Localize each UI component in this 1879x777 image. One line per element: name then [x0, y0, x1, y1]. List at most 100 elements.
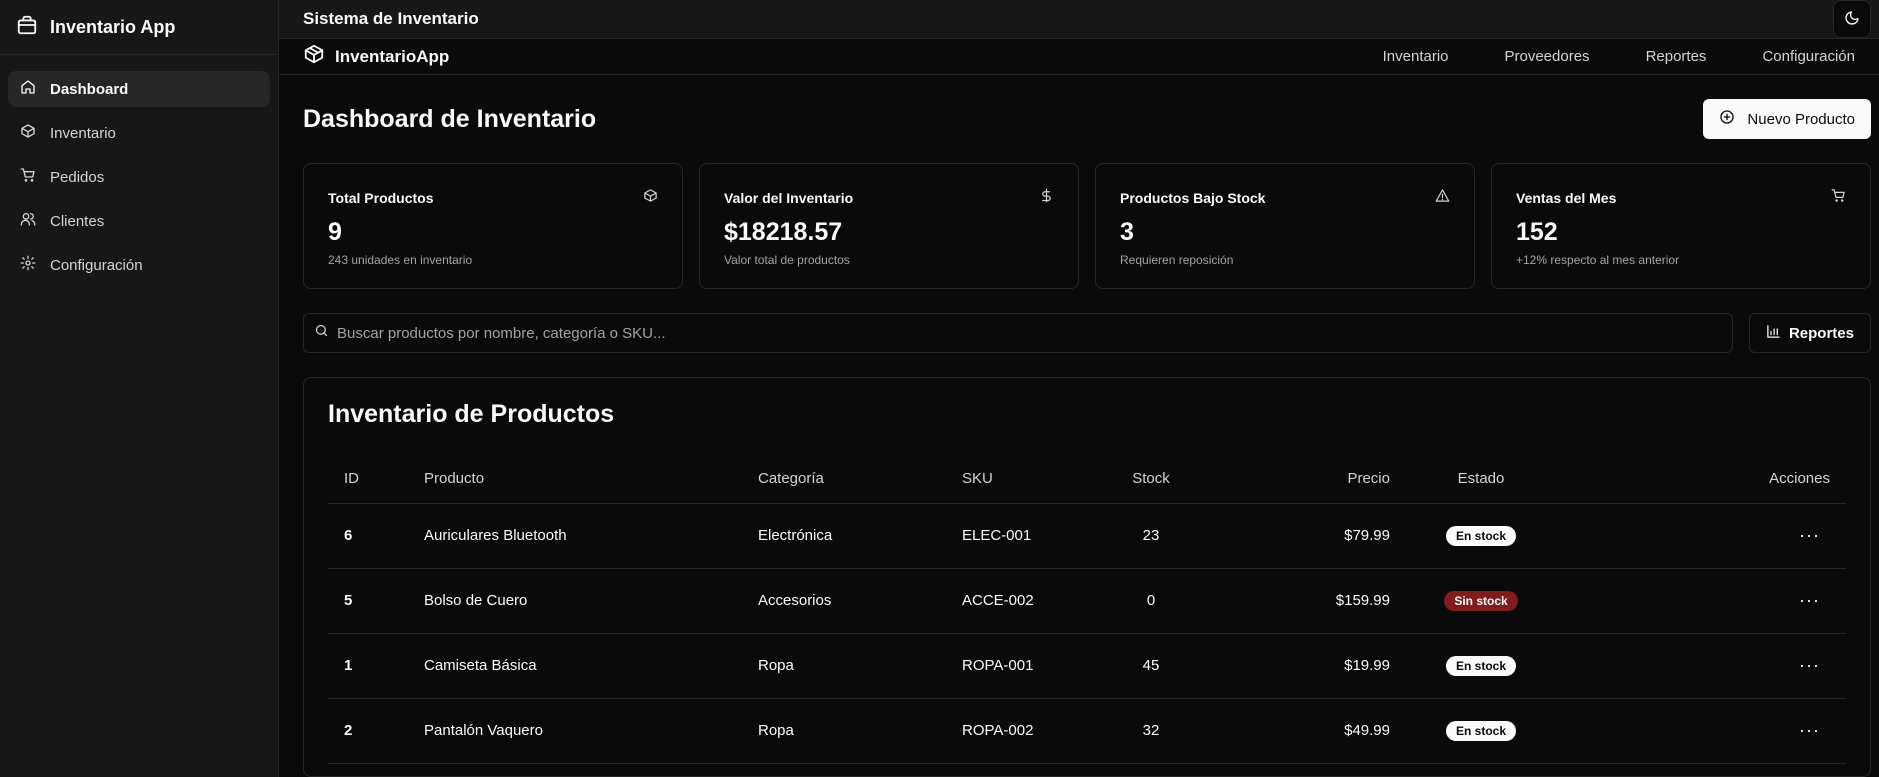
sidebar-item-label: Configuración [50, 256, 143, 274]
sidebar-item-pedidos[interactable]: Pedidos [8, 159, 270, 195]
table-row: 1 Camiseta Básica Ropa ROPA-001 45 $19.9… [328, 633, 1846, 699]
card-title: Ventas del Mes [1516, 190, 1617, 206]
header-actions: Acciones [1556, 455, 1846, 504]
cell-status: En stock [1406, 633, 1556, 699]
cell-status: En stock [1406, 698, 1556, 764]
cell-product: Camiseta Básica [408, 633, 742, 699]
card-value: $18218.57 [724, 218, 843, 246]
sidebar-item-clientes[interactable]: Clientes [8, 203, 270, 239]
cell-sku: ELEC-001 [946, 503, 1096, 569]
theme-toggle-button[interactable] [1833, 0, 1871, 38]
bar-chart-icon [1766, 324, 1781, 343]
cell-product: Auriculares Bluetooth [408, 503, 742, 569]
package-icon [20, 123, 36, 143]
more-actions-icon[interactable]: ··· [1799, 525, 1820, 545]
table-row: 6 Auriculares Bluetooth Electrónica ELEC… [328, 503, 1846, 569]
cell-actions: ··· [1556, 503, 1846, 569]
status-badge: Sin stock [1444, 590, 1518, 611]
card-value: 3 [1120, 218, 1134, 246]
topbar: Sistema de Inventario [279, 0, 1879, 39]
cell-category: Accesorios [742, 568, 946, 634]
new-product-button[interactable]: Nuevo Producto [1703, 99, 1871, 139]
cell-id: 5 [328, 568, 408, 634]
status-badge: En stock [1445, 655, 1516, 676]
system-title: Sistema de Inventario [303, 9, 479, 28]
plus-circle-icon [1719, 109, 1735, 129]
cell-sku: ACCE-002 [946, 568, 1096, 634]
cell-price: $19.99 [1206, 633, 1406, 699]
content-header: Dashboard de Inventario Nuevo Producto [303, 99, 1871, 139]
cell-sku: ROPA-001 [946, 633, 1096, 699]
cell-product: Bolso de Cuero [408, 568, 742, 634]
search-row: Reportes [303, 313, 1871, 353]
more-actions-icon[interactable]: ··· [1799, 655, 1820, 675]
header-status: Estado [1406, 455, 1556, 504]
cell-actions: ··· [1556, 568, 1846, 634]
cart-icon [1831, 188, 1846, 208]
cell-id: 2 [328, 698, 408, 764]
brand-name: InventarioApp [335, 46, 450, 66]
main-area: Sistema de Inventario InventarioApp Inve… [279, 0, 1879, 777]
dollar-icon [1039, 188, 1054, 208]
cell-price: $159.99 [1206, 568, 1406, 634]
cell-id: 6 [328, 503, 408, 569]
new-product-label: Nuevo Producto [1747, 110, 1855, 128]
search-input[interactable] [337, 324, 1722, 342]
nav-link-inventario[interactable]: Inventario [1383, 48, 1449, 65]
cell-stock: 0 [1096, 568, 1206, 634]
sidebar-item-label: Pedidos [50, 168, 105, 186]
search-box [303, 313, 1733, 353]
card-subtitle: Requieren reposición [1120, 253, 1234, 267]
header-category: Categoría [742, 455, 946, 504]
cell-category: Electrónica [742, 503, 946, 569]
header-id: ID [328, 455, 408, 504]
cell-stock: 32 [1096, 698, 1206, 764]
cell-status: En stock [1406, 503, 1556, 569]
more-actions-icon[interactable]: ··· [1799, 720, 1820, 740]
header-sku: SKU [946, 455, 1096, 504]
header-price: Precio [1206, 455, 1406, 504]
box-icon [16, 14, 38, 41]
sidebar: Inventario App Dashboard Inventario Pedi… [0, 0, 279, 777]
cell-actions: ··· [1556, 698, 1846, 764]
sidebar-item-inventario[interactable]: Inventario [8, 115, 270, 151]
page-title: Dashboard de Inventario [303, 104, 597, 133]
home-icon [20, 79, 36, 99]
cell-price: $79.99 [1206, 503, 1406, 569]
moon-icon [1844, 10, 1860, 29]
cell-product: Pantalón Vaquero [408, 698, 742, 764]
status-badge: En stock [1445, 720, 1516, 741]
nav-link-reportes[interactable]: Reportes [1646, 48, 1707, 65]
table-header-row: ID Producto Categoría SKU Stock Precio E… [328, 455, 1846, 504]
more-actions-icon[interactable]: ··· [1799, 590, 1820, 610]
sidebar-item-dashboard[interactable]: Dashboard [8, 71, 270, 107]
stat-card: Productos Bajo Stock 3 Requieren reposic… [1095, 163, 1475, 289]
package-icon [643, 188, 658, 208]
card-value: 9 [328, 218, 342, 246]
card-title: Valor del Inventario [724, 190, 854, 206]
card-subtitle: +12% respecto al mes anterior [1516, 253, 1680, 267]
card-title: Productos Bajo Stock [1120, 190, 1266, 206]
table-title: Inventario de Productos [328, 400, 615, 428]
cell-stock: 45 [1096, 633, 1206, 699]
sidebar-nav: Dashboard Inventario Pedidos Clientes Co… [0, 55, 278, 299]
top-navbar: InventarioApp Inventario Proveedores Rep… [279, 39, 1879, 75]
search-icon [314, 323, 329, 343]
reports-button[interactable]: Reportes [1748, 313, 1871, 353]
header-stock: Stock [1096, 455, 1206, 504]
sidebar-header: Inventario App [0, 0, 278, 55]
content: Dashboard de Inventario Nuevo Producto T… [279, 75, 1879, 777]
brand[interactable]: InventarioApp [303, 43, 449, 70]
cell-category: Ropa [742, 633, 946, 699]
nav-link-proveedores[interactable]: Proveedores [1505, 48, 1590, 65]
sidebar-item-configuracion[interactable]: Configuración [8, 247, 270, 283]
status-badge: En stock [1445, 525, 1516, 546]
cell-price: $49.99 [1206, 698, 1406, 764]
gear-icon [20, 255, 36, 275]
cell-stock: 23 [1096, 503, 1206, 569]
nav-link-configuracion[interactable]: Configuración [1762, 48, 1855, 65]
card-subtitle: Valor total de productos [724, 253, 850, 267]
card-subtitle: 243 unidades en inventario [328, 253, 473, 267]
stat-card: Valor del Inventario $18218.57 Valor tot… [699, 163, 1079, 289]
cell-id: 1 [328, 633, 408, 699]
